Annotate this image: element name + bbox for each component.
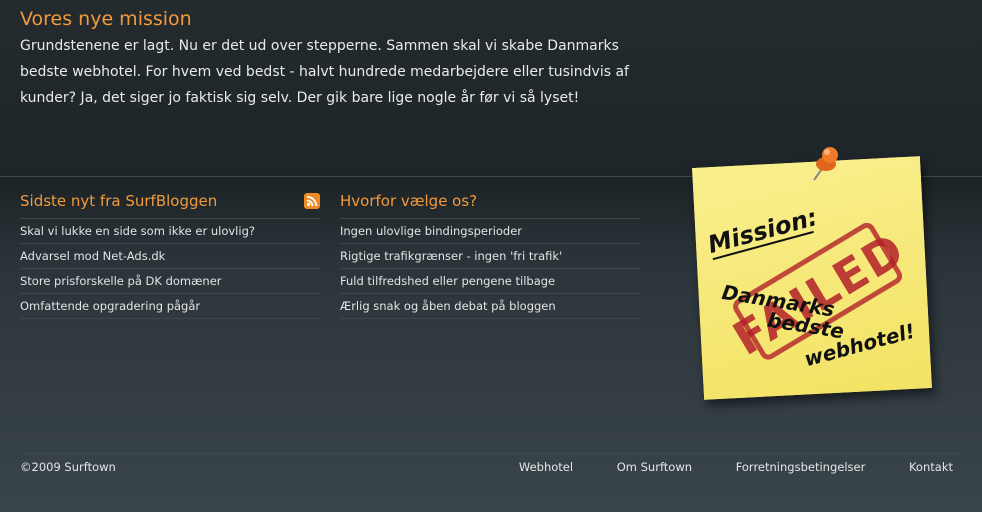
pushpin-icon [813,147,838,181]
blog-item[interactable]: Advarsel mod Net-Ads.dk [20,244,320,269]
mission-title: Vores nye mission [20,8,192,30]
why-item[interactable]: Fuld tilfredshed eller pengene tilbage [340,269,640,294]
footer-link-om-surftown[interactable]: Om Surftown [617,460,692,474]
rss-icon[interactable] [304,193,320,209]
why-item[interactable]: Ærlig snak og åben debat på bloggen [340,294,640,319]
footer-link-forretningsbetingelser[interactable]: Forretningsbetingelser [736,460,866,474]
blog-item[interactable]: Omfattende opgradering pågår [20,294,320,319]
blog-item[interactable]: Store prisforskelle på DK domæner [20,269,320,294]
blog-title: Sidste nyt fra SurfBloggen [20,192,320,219]
blog-title-text[interactable]: Sidste nyt fra SurfBloggen [20,192,217,210]
mission-sticky-note: FAILED Mission: Danmarks bedste webhotel… [692,156,932,400]
blog-section: Sidste nyt fra SurfBloggen Skal vi lukke… [20,192,320,319]
blog-list: Skal vi lukke en side som ikke er ulovli… [20,219,320,319]
sticky-note-art: FAILED Mission: Danmarks bedste webhotel… [705,203,918,371]
note-heading: Mission: [705,203,821,259]
footer-link-kontakt[interactable]: Kontakt [909,460,953,474]
mission-text: Grundstenene er lagt. Nu er det ud over … [20,38,629,106]
why-item[interactable]: Rigtige trafikgrænser - ingen 'fri trafi… [340,244,640,269]
why-list: Ingen ulovlige bindingsperioder Rigtige … [340,219,640,319]
why-title: Hvorfor vælge os? [340,192,640,219]
why-item[interactable]: Ingen ulovlige bindingsperioder [340,219,640,244]
copyright: ©2009 Surftown [20,460,116,474]
footer-nav: Webhotel Om Surftown Forretningsbetingel… [479,460,953,474]
footer-divider [20,453,960,454]
footer-link-webhotel[interactable]: Webhotel [519,460,573,474]
why-section: Hvorfor vælge os? Ingen ulovlige binding… [340,192,640,319]
blog-item[interactable]: Skal vi lukke en side som ikke er ulovli… [20,219,320,244]
